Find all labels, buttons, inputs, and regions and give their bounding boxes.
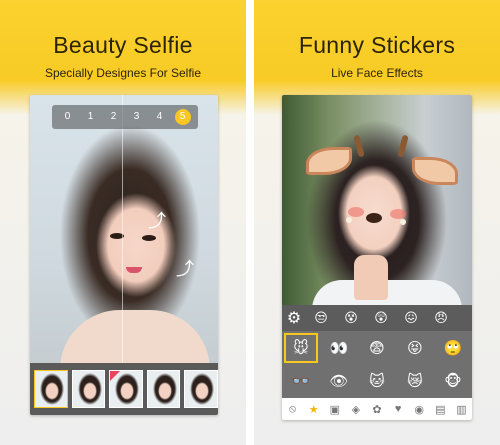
sticker-top-row: ⚙ 😒 😵 😲 😖 😠 [282,305,472,331]
sticker-photo [282,95,472,310]
sticker-item[interactable]: 🐱 [358,365,396,399]
level-2[interactable]: 2 [106,109,122,125]
level-0[interactable]: 0 [60,109,76,125]
deer-ear [306,147,352,175]
gear-icon[interactable]: ⚙ [282,308,306,328]
sticker-item[interactable]: 🐵 [434,365,472,399]
sticker-item[interactable]: 😿 [396,365,434,399]
promo-subtitle: Live Face Effects [331,66,423,80]
filter-thumbnail[interactable] [71,370,106,408]
deer-nose [366,213,382,223]
category-tab[interactable]: ◈ [347,403,365,416]
phone-screen: ⚙ 😒 😵 😲 😖 😠 🐭 👀 😨 😝 🙄 👓 👁 🐱 😿 🐵 ⦸ ★ ▣ ◈ … [282,95,472,420]
category-tab[interactable]: ◉ [410,403,428,416]
arrow-icon: ⤴ [176,259,194,279]
filter-strip [30,363,218,415]
compare-divider[interactable] [122,95,123,363]
sticker-item[interactable]: 😖 [396,307,426,329]
filter-thumbnail[interactable] [146,370,181,408]
arrow-icon: ⤴ [148,211,166,231]
sticker-item[interactable]: 🙄 [434,331,472,365]
funny-stickers-panel: Funny Stickers Live Face Effects ⚙ 😒 😵 😲… [254,0,500,445]
sticker-item[interactable]: 👀 [320,331,358,365]
category-tab[interactable]: ✿ [368,403,386,416]
beauty-level-selector[interactable]: 0 1 2 3 4 5 [52,105,198,129]
filter-thumbnail[interactable] [34,370,68,408]
level-1[interactable]: 1 [83,109,99,125]
category-tab[interactable]: ▤ [431,403,449,416]
filter-thumbnail[interactable] [184,370,218,408]
star-icon[interactable]: ★ [305,403,323,416]
sticker-grid: 🐭 👀 😨 😝 🙄 👓 👁 🐱 😿 🐵 [282,331,472,398]
promo-subtitle: Specially Designes For Selfie [44,66,202,80]
category-tab[interactable]: ♥ [389,403,407,415]
sticker-item[interactable]: 👓 [282,365,320,399]
sticker-item[interactable]: 😠 [426,307,456,329]
none-icon[interactable]: ⦸ [284,403,302,416]
sticker-category-tabs: ⦸ ★ ▣ ◈ ✿ ♥ ◉ ▤ ▥ [282,398,472,420]
promo-title: Beauty Selfie [53,32,193,58]
sticker-item[interactable]: 🐭 [282,331,320,365]
level-5[interactable]: 5 [174,109,191,125]
panel-divider [246,0,254,445]
sticker-item[interactable]: 😒 [306,307,336,329]
sticker-panel: ⚙ 😒 😵 😲 😖 😠 🐭 👀 😨 😝 🙄 👓 👁 🐱 😿 🐵 ⦸ ★ ▣ ◈ … [282,305,472,420]
beauty-selfie-panel: Beauty Selfie Specially Designes For Sel… [0,0,246,445]
category-tab[interactable]: ▥ [452,403,470,416]
selfie-photo: ⤴ ⤴ [30,95,218,370]
promo-title: Funny Stickers [298,32,456,58]
sticker-item[interactable]: 😲 [366,307,396,329]
sticker-item[interactable]: 👁 [320,365,358,399]
sticker-item[interactable]: 😵 [336,307,366,329]
level-4[interactable]: 4 [152,109,168,125]
phone-screen: ⤴ ⤴ 0 1 2 3 4 5 [30,95,218,415]
category-tab[interactable]: ▣ [326,403,344,416]
sticker-item[interactable]: 😨 [358,331,396,365]
sticker-item[interactable]: 😝 [396,331,434,365]
level-3[interactable]: 3 [129,109,145,125]
deer-ear [412,157,458,185]
filter-thumbnail[interactable] [109,370,143,408]
hand [354,255,388,300]
